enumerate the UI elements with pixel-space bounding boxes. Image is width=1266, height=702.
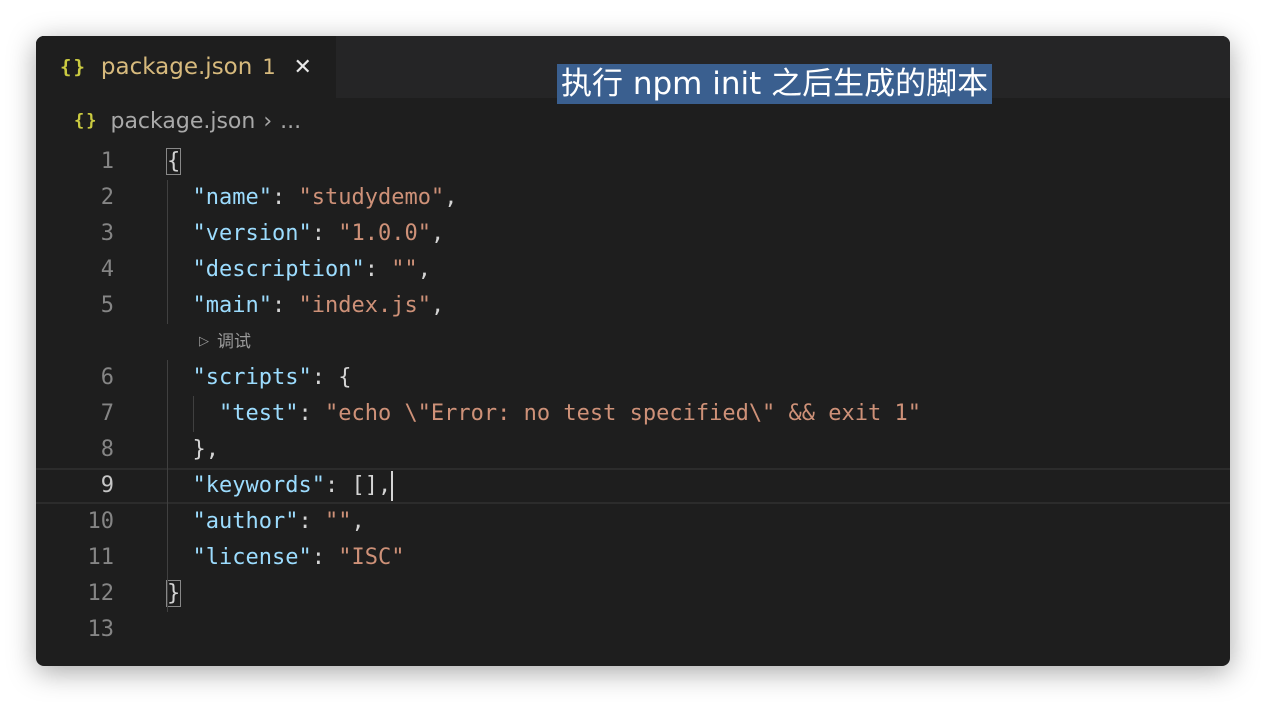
- debug-codelens[interactable]: ▷ 调试: [199, 324, 251, 360]
- json-key: "license": [192, 545, 312, 570]
- line-number: 13: [87, 617, 115, 642]
- code-line[interactable]: 11 "license": "ISC": [36, 540, 1230, 576]
- json-key: "name": [192, 185, 272, 210]
- code-line[interactable]: 8 },: [36, 432, 1230, 468]
- tab-label: package.json: [100, 54, 253, 80]
- json-punctuation: [],: [351, 473, 392, 498]
- json-colon: :: [311, 365, 339, 390]
- code-text: "description": "",: [166, 252, 431, 288]
- json-colon: :: [298, 401, 325, 426]
- indent-guide: [193, 396, 194, 432]
- json-key: "scripts": [192, 365, 312, 390]
- code-text: {: [166, 144, 182, 180]
- chevron-right-icon: ›: [263, 108, 273, 134]
- json-bracket: },: [192, 437, 220, 462]
- line-number: 7: [100, 401, 114, 426]
- json-key: "author": [192, 509, 299, 534]
- code-text: "version": "1.0.0",: [166, 216, 445, 252]
- line-number: 3: [100, 221, 114, 246]
- code-line[interactable]: 13: [36, 612, 1230, 648]
- json-string-value: "studydemo": [298, 185, 445, 210]
- code-line[interactable]: 2 "name": "studydemo",: [36, 180, 1230, 216]
- code-text: "scripts": {: [166, 360, 352, 396]
- line-number: 11: [87, 545, 115, 570]
- code-text: "author": "",: [166, 504, 365, 540]
- code-text: "main": "index.js",: [166, 288, 445, 324]
- annotation-caption: 执行 npm init 之后生成的脚本: [557, 64, 993, 104]
- line-number: 4: [100, 257, 114, 282]
- json-string-value: "": [391, 257, 418, 282]
- json-braces-icon: {}: [74, 111, 99, 131]
- json-colon: :: [364, 257, 392, 282]
- code-text: },: [166, 432, 220, 468]
- problem-count-badge: 1: [262, 55, 276, 79]
- line-number: 1: [100, 149, 114, 174]
- json-bracket: }: [166, 580, 182, 607]
- json-punctuation: ,: [444, 185, 458, 210]
- code-line[interactable]: 6 "scripts": {: [36, 360, 1230, 396]
- code-line[interactable]: 7 "test": "echo \"Error: no test specifi…: [36, 396, 1230, 432]
- indent-guide: [167, 360, 168, 612]
- json-bracket: {: [166, 148, 182, 175]
- code-line[interactable]: 10 "author": "",: [36, 504, 1230, 540]
- code-text: "test": "echo \"Error: no test specified…: [166, 396, 921, 432]
- breadcrumb: {} package.json › ...: [74, 104, 301, 138]
- line-number: 2: [100, 185, 114, 210]
- code-text: "keywords": [],: [166, 470, 394, 502]
- json-key: "version": [192, 221, 312, 246]
- json-string-value: "ISC": [338, 545, 405, 570]
- code-text: "name": "studydemo",: [166, 180, 458, 216]
- line-number: 9: [100, 473, 114, 498]
- json-string-value: "": [324, 509, 352, 534]
- json-colon: :: [324, 473, 352, 498]
- editor-window: {} package.json 1 ✕ 执行 npm init 之后生成的脚本 …: [36, 36, 1230, 666]
- breadcrumb-more[interactable]: ...: [280, 109, 301, 134]
- code-line[interactable]: 9 "keywords": [],: [36, 468, 1230, 504]
- indent-guide: [167, 180, 168, 324]
- json-colon: :: [271, 185, 299, 210]
- code-text: "license": "ISC": [166, 540, 405, 576]
- line-number: 10: [87, 509, 115, 534]
- line-number: 12: [87, 581, 115, 606]
- play-icon: ▷: [199, 334, 209, 349]
- json-string-value: "1.0.0": [338, 221, 431, 246]
- text-cursor: [391, 471, 394, 501]
- code-editor[interactable]: ▷ 调试 1{2 "name": "studydemo", 3 "version"…: [36, 144, 1230, 666]
- json-braces-icon: {}: [60, 56, 87, 78]
- tab-package-json[interactable]: {} package.json 1 ✕: [36, 36, 336, 98]
- line-number: 5: [100, 293, 114, 318]
- json-key: "keywords": [192, 473, 325, 498]
- json-punctuation: ,: [430, 293, 445, 318]
- json-string-value: "echo \"Error: no test specified\" && ex…: [324, 401, 921, 426]
- json-punctuation: {: [338, 365, 352, 390]
- code-line[interactable]: 4 "description": "",: [36, 252, 1230, 288]
- json-colon: :: [298, 509, 325, 534]
- json-colon: :: [311, 221, 339, 246]
- code-line[interactable]: 3 "version": "1.0.0",: [36, 216, 1230, 252]
- code-line[interactable]: 1{: [36, 144, 1230, 180]
- json-key: "description": [192, 257, 365, 282]
- code-line[interactable]: 12}: [36, 576, 1230, 612]
- json-punctuation: ,: [351, 509, 365, 534]
- codelens-label: 调试: [217, 332, 251, 352]
- json-punctuation: ,: [430, 221, 445, 246]
- json-string-value: "index.js": [298, 293, 431, 318]
- json-punctuation: ,: [417, 257, 431, 282]
- json-colon: :: [271, 293, 299, 318]
- code-text: }: [166, 576, 182, 612]
- code-line[interactable]: 5 "main": "index.js",: [36, 288, 1230, 324]
- line-number: 8: [100, 437, 114, 462]
- close-icon[interactable]: ✕: [290, 54, 316, 80]
- line-number: 6: [100, 365, 114, 390]
- json-colon: :: [311, 545, 339, 570]
- json-key: "test": [218, 401, 299, 426]
- breadcrumb-file[interactable]: package.json: [110, 109, 255, 134]
- json-key: "main": [192, 293, 272, 318]
